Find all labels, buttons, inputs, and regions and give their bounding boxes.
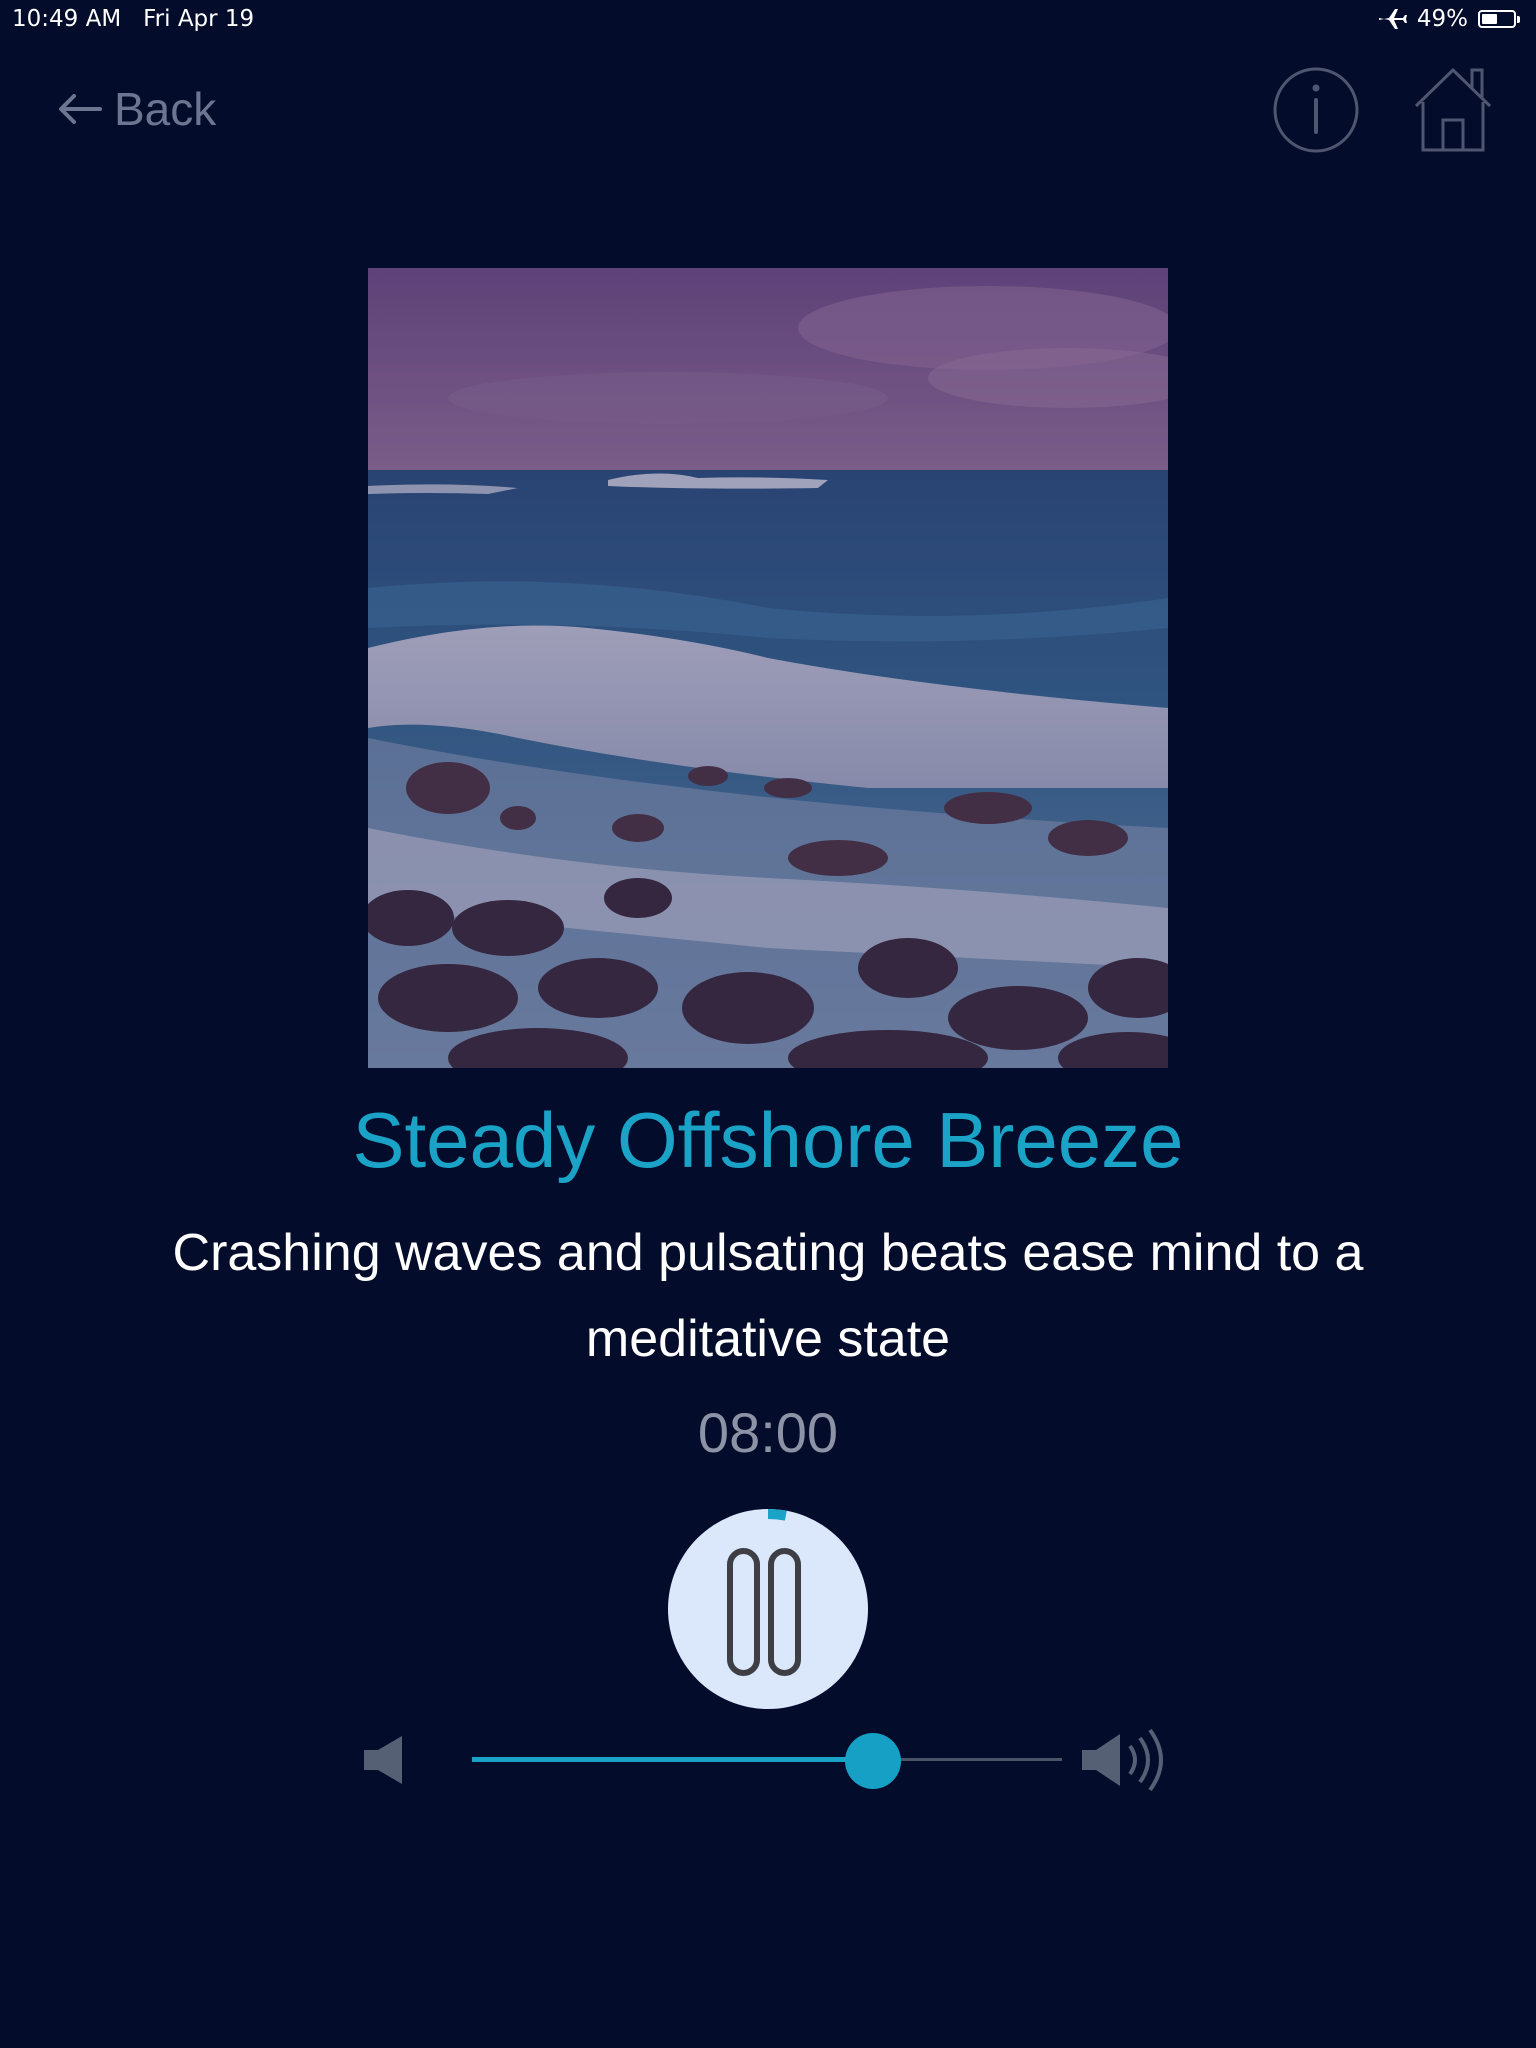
home-icon xyxy=(1414,68,1492,152)
home-button[interactable] xyxy=(1410,62,1496,154)
playback-progress-arc xyxy=(767,1509,787,1521)
airplane-icon xyxy=(1378,9,1407,29)
status-date: Fri Apr 19 xyxy=(143,6,255,32)
pause-button[interactable] xyxy=(667,1508,869,1710)
status-bar: 10:49 AM Fri Apr 19 49% xyxy=(0,0,1536,40)
volume-slider-fill xyxy=(472,1757,873,1762)
info-button[interactable] xyxy=(1272,66,1360,154)
volume-control xyxy=(350,1720,1180,1800)
battery-percent: 49% xyxy=(1416,6,1468,32)
time-remaining: 08:00 xyxy=(697,1401,839,1464)
back-button[interactable]: Back xyxy=(56,76,216,142)
back-arrow-icon xyxy=(59,94,102,124)
battery-icon xyxy=(1478,8,1522,30)
status-time: 10:49 AM xyxy=(12,6,122,32)
back-label: Back xyxy=(114,83,217,135)
track-title: Steady Offshore Breeze xyxy=(352,1096,1184,1184)
volume-low-icon[interactable] xyxy=(360,1734,408,1786)
track-description: Crashing waves and pulsating beats ease … xyxy=(172,1224,1364,1368)
status-time-date: 10:49 AM Fri Apr 19 xyxy=(12,6,254,32)
info-icon xyxy=(1273,67,1359,153)
volume-slider[interactable] xyxy=(472,1733,1062,1789)
track-artwork xyxy=(368,268,1168,1068)
volume-slider-thumb[interactable] xyxy=(845,1733,901,1789)
volume-high-icon[interactable] xyxy=(1080,1728,1174,1792)
status-right: 49% xyxy=(1377,6,1522,32)
